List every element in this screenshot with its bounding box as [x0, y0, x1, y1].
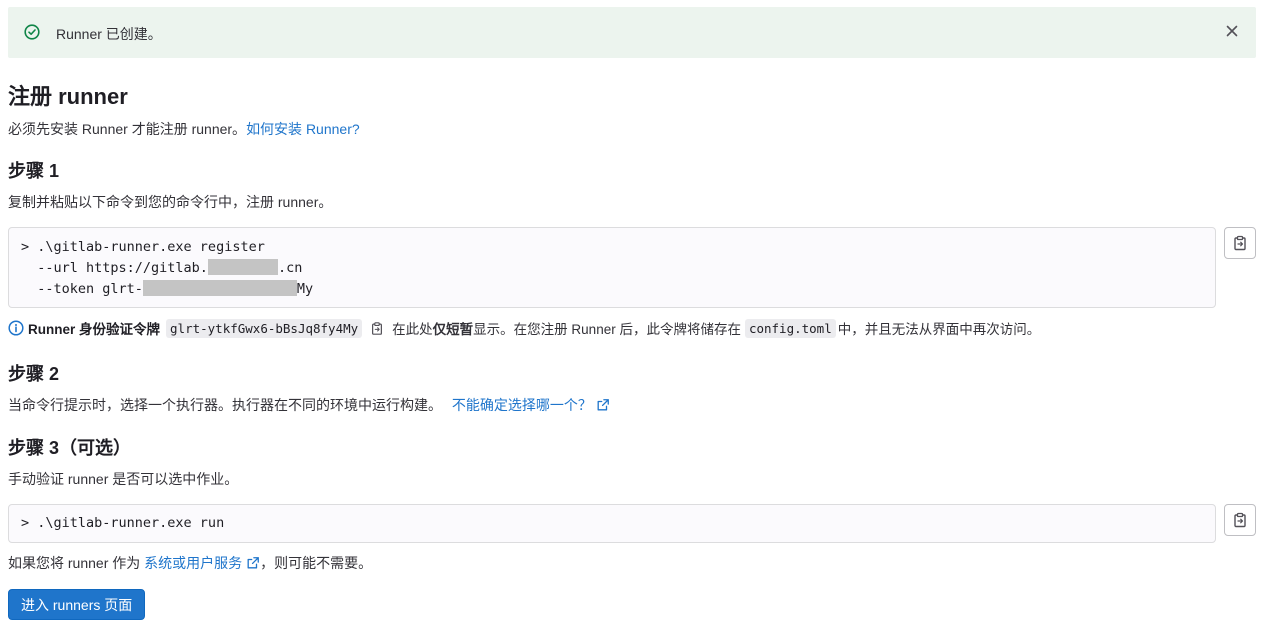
step1-heading: 步骤 1 — [8, 161, 60, 181]
step2-text: 当命令行提示时，选择一个执行器。执行器在不同的环境中运行构建。 不能确定选择哪一… — [8, 395, 610, 415]
executor-help-link[interactable]: 不能确定选择哪一个？ — [452, 397, 610, 413]
token-value: glrt-ytkfGwx6-bBsJq8fy4My — [166, 318, 363, 338]
intro-desc: 必须先安装 Runner 才能注册 runner。 — [8, 121, 247, 137]
cmd-line-3-suffix: My — [296, 281, 314, 297]
executor-help-link-label: 不能确定选择哪一个？ — [451, 397, 592, 413]
external-link-icon — [597, 399, 609, 411]
service-link[interactable]: 系统或用户服务 — [144, 555, 260, 571]
run-command: > .\gitlab-runner.exe run — [21, 515, 225, 531]
cmd-line-1: > .\gitlab-runner.exe register — [21, 239, 265, 255]
register-command-block[interactable]: > .\gitlab-runner.exe register --url htt… — [8, 227, 1216, 308]
token-note-bold: 仅短暂 — [432, 322, 474, 337]
cmd-line-2-suffix: .cn — [277, 260, 303, 276]
go-to-runners-button[interactable]: 进入 runners 页面 — [8, 589, 146, 620]
token-note-before: 在此处 — [392, 322, 433, 337]
copy-icon — [1234, 235, 1246, 251]
check-circle-icon — [24, 24, 40, 40]
cmd-line-3-prefix: --token glrt- — [21, 281, 143, 297]
service-note-after: ，则可能不需要。 — [260, 555, 373, 571]
page-title: 注册 runner — [8, 84, 128, 109]
step2-desc: 当命令行提示时，选择一个执行器。执行器在不同的环境中运行构建。 — [8, 397, 442, 413]
token-info: Runner 身份验证令牌 glrt-ytkfGwx6-bBsJq8fy4My … — [8, 317, 1040, 339]
redacted-mask — [142, 280, 297, 296]
step3-desc: 手动验证 runner 是否可以选中作业。 — [8, 471, 239, 487]
service-note-before: 如果您将 runner 作为 — [8, 555, 141, 571]
token-note-end: 中，并且无法从界面中再次访问。 — [837, 322, 1041, 337]
copy-token-button[interactable] — [370, 321, 384, 336]
config-file-name: config.toml — [744, 318, 836, 338]
external-link-icon — [247, 557, 260, 569]
info-icon — [8, 320, 24, 336]
cmd-line-2-prefix: --url https://gitlab. — [21, 260, 208, 276]
redacted-mask — [207, 259, 278, 275]
copy-register-command-button[interactable] — [1224, 227, 1256, 259]
copy-icon — [1234, 512, 1246, 528]
service-link-label: 系统或用户服务 — [144, 555, 243, 571]
copy-run-command-button[interactable] — [1224, 504, 1256, 536]
step1-desc: 复制并粘贴以下命令到您的命令行中，注册 runner。 — [8, 194, 333, 210]
step2-heading: 步骤 2 — [8, 364, 60, 384]
token-label: Runner 身份验证令牌 — [28, 322, 161, 337]
step3-heading: 步骤 3（可选） — [8, 438, 132, 458]
service-note: 如果您将 runner 作为 系统或用户服务 ，则可能不需要。 — [8, 553, 372, 573]
token-note-after: 显示。在您注册 Runner 后，此令牌将储存在 — [473, 322, 741, 337]
close-icon[interactable] — [1224, 23, 1240, 39]
success-alert: Runner 已创建。 — [8, 7, 1256, 58]
copy-icon — [372, 321, 383, 335]
intro-text: 必须先安装 Runner 才能注册 runner。如何安装 Runner? — [8, 119, 360, 139]
install-runner-link[interactable]: 如何安装 Runner? — [246, 121, 360, 137]
run-command-block[interactable]: > .\gitlab-runner.exe run — [8, 504, 1216, 543]
alert-message: Runner 已创建。 — [56, 26, 162, 42]
